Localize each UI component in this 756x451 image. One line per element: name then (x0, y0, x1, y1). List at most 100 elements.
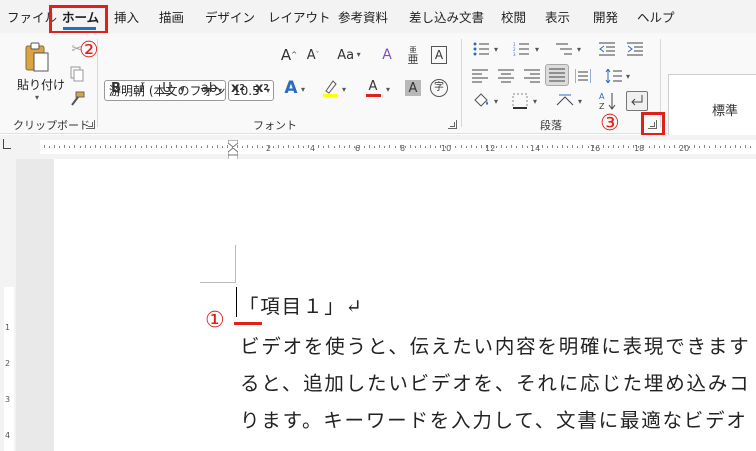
text-effects-icon: A (284, 77, 298, 98)
tab-review[interactable]: 校閲 (501, 10, 526, 26)
highlight-button[interactable] (321, 78, 339, 98)
tab-layout[interactable]: レイアウト (268, 10, 331, 26)
underline-dropdown-icon[interactable]: ▾ (180, 85, 184, 94)
first-line-indent-marker[interactable] (227, 136, 239, 148)
grow-font-button[interactable]: A ^ (280, 45, 298, 65)
ruler-track[interactable]: 2 4 6 8 10 12 14 16 18 20 (40, 139, 756, 161)
shading-icon[interactable] (472, 92, 490, 110)
borders-dropdown-icon[interactable]: ▾ (533, 97, 537, 106)
tab-mailings[interactable]: 差し込み文書 (409, 10, 484, 26)
line-spacing-dropdown-icon[interactable]: ▾ (626, 72, 630, 81)
ruler-tick (237, 145, 239, 148)
ruler-tick (343, 146, 345, 148)
font-launcher-icon[interactable] (448, 120, 457, 129)
body-line[interactable]: 、 (240, 440, 261, 451)
ruler-tick (435, 146, 437, 148)
justify-button[interactable] (545, 64, 569, 86)
style-standard-label[interactable]: 標準 (712, 100, 738, 119)
numbering-dropdown-icon[interactable]: ▾ (535, 45, 539, 54)
ruler-tick (74, 145, 76, 148)
ruler-tick (653, 145, 655, 148)
ruler-tick (181, 146, 183, 148)
paragraph-group-label: 段落 (540, 119, 562, 132)
clipboard-launcher-icon[interactable] (86, 120, 95, 129)
distribute-icon[interactable] (575, 68, 591, 84)
bullets-dropdown-icon[interactable]: ▾ (494, 45, 498, 54)
multilevel-dropdown-icon[interactable]: ▾ (577, 45, 581, 54)
font-color-button[interactable]: A (364, 78, 382, 98)
vertical-ruler-track[interactable] (4, 287, 14, 451)
multilevel-list-icon[interactable] (555, 41, 573, 57)
font-color-dropdown-icon[interactable]: ▾ (386, 85, 390, 94)
subscript-button[interactable]: x2 (230, 78, 246, 98)
show-formatting-marks-icon[interactable] (626, 91, 648, 111)
step-3-callout: ③ (600, 111, 620, 136)
decrease-indent-icon[interactable] (598, 41, 616, 57)
ruler-tick (699, 146, 701, 148)
ruler-tick (242, 146, 244, 148)
sort-icon[interactable]: AZ (599, 91, 617, 111)
character-shading-button[interactable]: A (405, 80, 421, 96)
text-effects-button[interactable]: A (282, 78, 300, 98)
clear-formatting-icon[interactable]: A (378, 45, 396, 65)
italic-button[interactable]: I (135, 78, 149, 98)
text-effects-dropdown-icon[interactable]: ▾ (301, 85, 305, 94)
character-border-button[interactable]: A (431, 46, 447, 64)
strikethrough-button[interactable]: ab (200, 78, 218, 98)
borders-icon[interactable] (511, 92, 529, 110)
tab-insert[interactable]: 挿入 (114, 10, 139, 26)
bullets-icon[interactable] (472, 41, 490, 57)
ruler-tick (618, 146, 620, 148)
numbering-icon[interactable]: 123 (512, 41, 530, 57)
ruler-tick (247, 145, 249, 148)
ruler-tick (201, 146, 203, 148)
change-case-button[interactable]: Aa ▾ (332, 45, 366, 65)
bold-button[interactable]: B (109, 78, 123, 98)
align-left-icon[interactable] (472, 68, 488, 84)
ruler-tick (54, 145, 56, 148)
ruler-tick (485, 146, 487, 148)
tab-references[interactable]: 参考資料 (338, 10, 388, 26)
highlight-dropdown-icon[interactable]: ▾ (342, 85, 346, 94)
ruler-tick (389, 145, 391, 148)
body-line[interactable]: ビデオを使うと、伝えたい内容を明確に表現できます (240, 330, 750, 359)
asian-layout-dropdown-icon[interactable]: ▾ (578, 97, 582, 106)
heading-line[interactable]: 「項目１」↵ (239, 290, 364, 319)
increase-indent-icon[interactable] (626, 41, 644, 57)
underline-button[interactable]: U (160, 78, 174, 98)
asian-layout-icon[interactable] (555, 92, 575, 110)
text-cursor (236, 287, 237, 317)
ruler-tick (750, 146, 752, 148)
align-right-icon[interactable] (524, 68, 540, 84)
phonetic-guide-button[interactable]: 亜 亜 (404, 45, 422, 67)
copy-icon[interactable] (69, 66, 85, 82)
ruler-tick (206, 145, 208, 148)
font-group-label: フォント (253, 119, 297, 132)
tab-design[interactable]: デザイン (205, 10, 255, 26)
ruler-tick (430, 145, 432, 148)
ruler-tick (582, 145, 584, 148)
tab-selector-icon[interactable] (3, 139, 11, 149)
font-color-icon: A (368, 78, 378, 94)
tab-draw[interactable]: 描画 (159, 10, 184, 26)
tab-view[interactable]: 表示 (545, 10, 570, 26)
paste-label[interactable]: 貼り付け (17, 76, 65, 93)
ruler-tick (165, 145, 167, 148)
superscript-button[interactable]: x2 (254, 78, 270, 98)
shading-dropdown-icon[interactable]: ▾ (494, 97, 498, 106)
tab-developer[interactable]: 開発 (593, 10, 618, 26)
body-line[interactable]: ると、追加したいビデオを、それに応じた埋め込みコ (240, 367, 750, 396)
shrink-font-button[interactable]: Aˇ (304, 45, 322, 65)
body-line[interactable]: ります。キーワードを入力して、文書に最適なビデオ (240, 404, 748, 433)
enclose-characters-button[interactable]: 字 (430, 79, 448, 97)
tab-help[interactable]: ヘルプ (637, 10, 675, 26)
paste-icon[interactable] (24, 41, 50, 73)
paste-dropdown-icon[interactable]: ▾ (35, 93, 39, 102)
ruler-tick (450, 145, 452, 148)
align-center-icon[interactable] (498, 68, 514, 84)
format-painter-icon[interactable] (69, 91, 85, 107)
line-spacing-icon[interactable] (604, 68, 622, 84)
ruler-tick (353, 146, 355, 148)
ruler-tick (638, 146, 640, 148)
ruler-tick (262, 146, 264, 148)
